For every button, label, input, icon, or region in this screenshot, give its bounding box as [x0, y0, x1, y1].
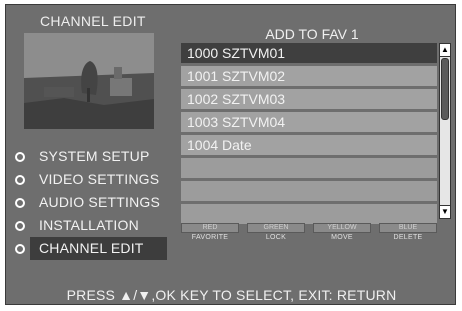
radio-bullet-icon	[15, 152, 25, 162]
yellow-key-action: MOVE	[331, 234, 353, 241]
blue-key[interactable]: BLUE DELETE	[379, 223, 437, 241]
menu-item-system-setup[interactable]: SYSTEM SETUP	[6, 145, 176, 168]
radio-bullet-icon	[15, 198, 25, 208]
osd-window: CHANNEL EDIT SYSTEM SETUP VIDEO SETTINGS…	[5, 4, 456, 305]
channel-row-selected[interactable]: 1000 SZTVM01	[181, 43, 437, 63]
screen-title: CHANNEL EDIT	[40, 13, 146, 29]
red-key-chip: RED	[181, 223, 239, 233]
blue-key-action: DELETE	[393, 234, 423, 241]
menu-item-audio-settings[interactable]: AUDIO SETTINGS	[6, 191, 176, 214]
menu-item-label: CHANNEL EDIT	[30, 237, 167, 260]
green-key[interactable]: GREEN LOCK	[247, 223, 305, 241]
menu-item-label: INSTALLATION	[39, 217, 139, 233]
menu-item-channel-edit[interactable]: CHANNEL EDIT	[6, 237, 176, 260]
radio-bullet-icon	[15, 244, 25, 254]
preview-image	[24, 33, 154, 129]
video-preview	[24, 33, 154, 129]
footer-hint: PRESS ▲/▼,OK KEY TO SELECT, EXIT: RETURN	[66, 287, 397, 303]
channel-row-empty[interactable]	[181, 158, 437, 178]
channel-row[interactable]: 1002 SZTVM03	[181, 89, 437, 109]
red-key[interactable]: RED FAVORITE	[181, 223, 239, 241]
radio-bullet-icon	[15, 175, 25, 185]
scroll-up-arrow-icon[interactable]: ▲	[440, 44, 450, 57]
menu-item-label: AUDIO SETTINGS	[39, 194, 161, 210]
menu-item-label: VIDEO SETTINGS	[39, 171, 160, 187]
channel-row[interactable]: 1004 Date	[181, 135, 437, 155]
red-key-action: FAVORITE	[191, 234, 229, 241]
panel-title: ADD TO FAV 1	[265, 26, 359, 42]
side-menu: SYSTEM SETUP VIDEO SETTINGS AUDIO SETTIN…	[6, 145, 176, 260]
channel-row-empty[interactable]	[181, 204, 437, 224]
channel-row[interactable]: 1003 SZTVM04	[181, 112, 437, 132]
channel-list: 1000 SZTVM01 1001 SZTVM02 1002 SZTVM03 1…	[181, 43, 437, 227]
green-key-action: LOCK	[265, 234, 287, 241]
channel-row-empty[interactable]	[181, 181, 437, 201]
blue-key-chip: BLUE	[379, 223, 437, 233]
menu-item-installation[interactable]: INSTALLATION	[6, 214, 176, 237]
radio-bullet-icon	[15, 221, 25, 231]
channel-scrollbar[interactable]: ▲ ▼	[439, 43, 451, 219]
scroll-down-arrow-icon[interactable]: ▼	[440, 205, 450, 218]
green-key-chip: GREEN	[247, 223, 305, 233]
menu-item-label: SYSTEM SETUP	[39, 148, 150, 164]
scroll-thumb[interactable]	[441, 58, 449, 120]
menu-item-video-settings[interactable]: VIDEO SETTINGS	[6, 168, 176, 191]
yellow-key-chip: YELLOW	[313, 223, 371, 233]
channel-row[interactable]: 1001 SZTVM02	[181, 66, 437, 86]
yellow-key[interactable]: YELLOW MOVE	[313, 223, 371, 241]
